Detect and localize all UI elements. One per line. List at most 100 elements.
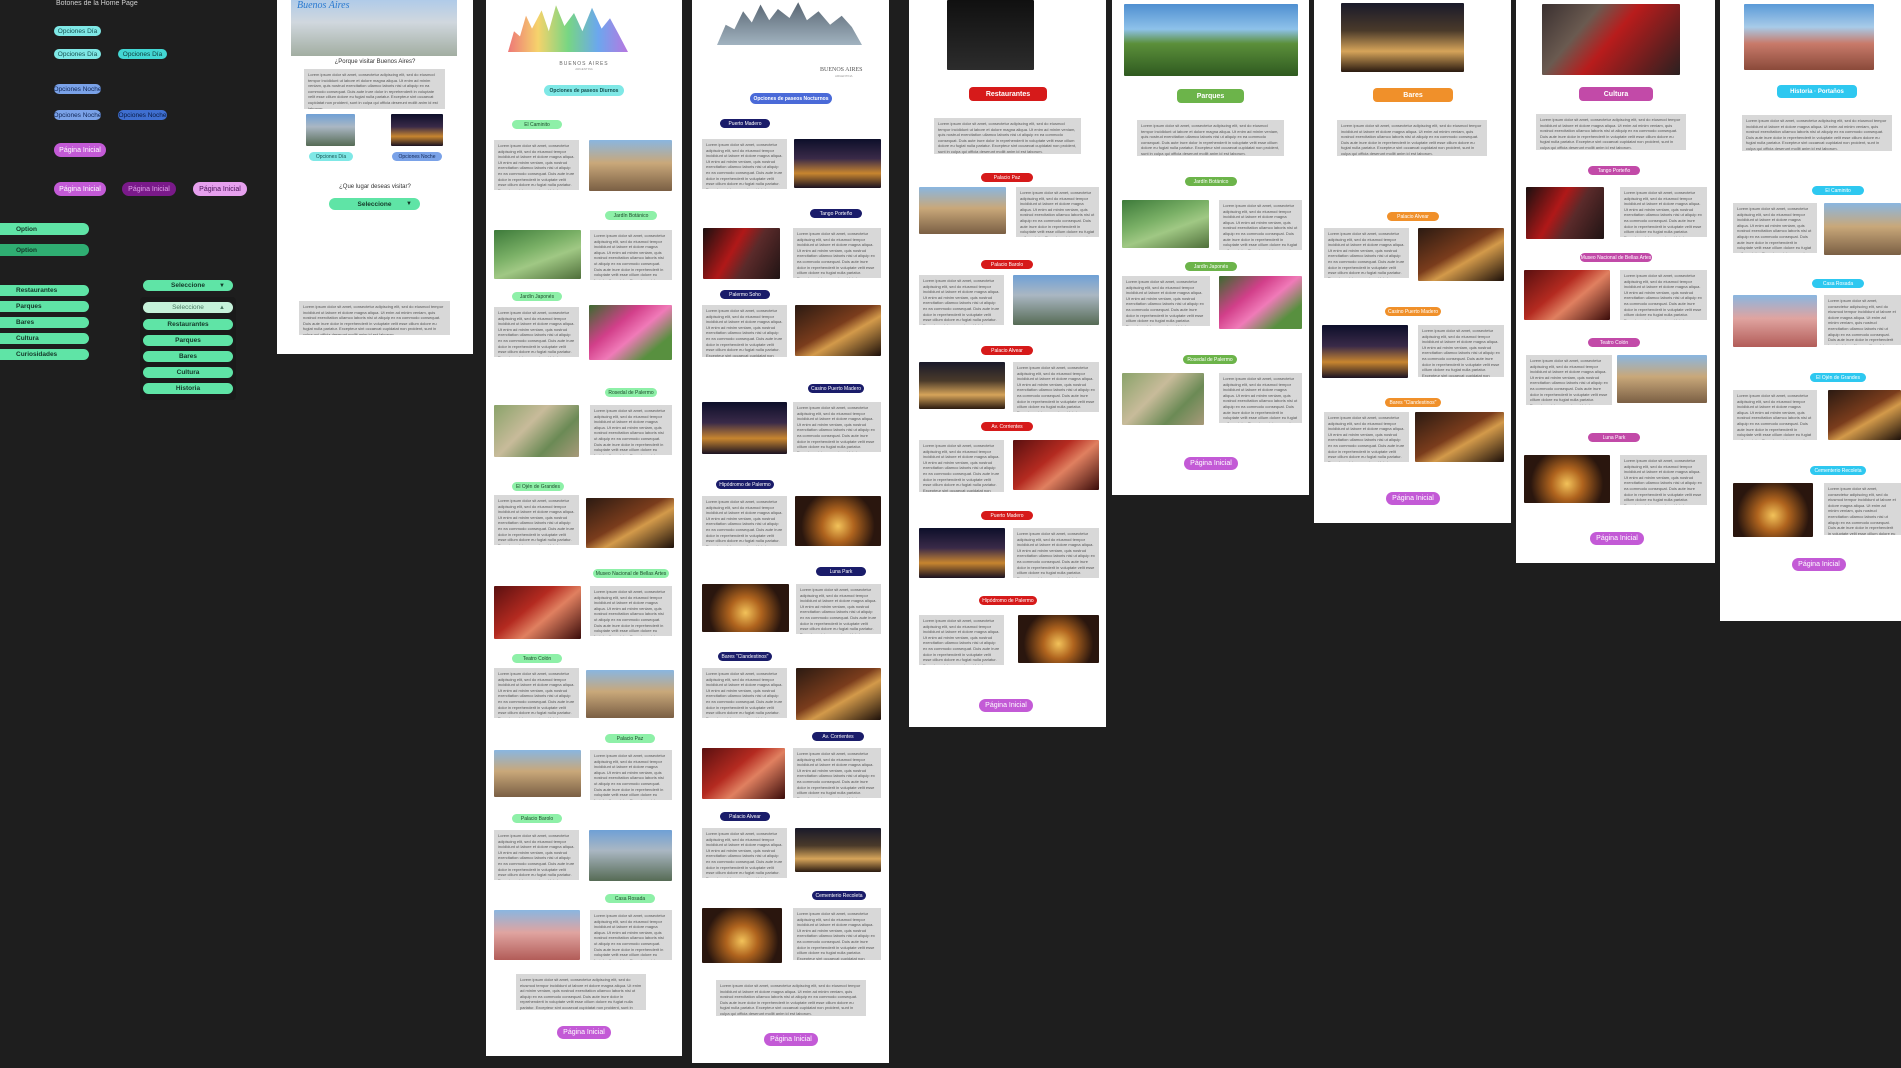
historia-header: Historia · Portaños [1777, 85, 1857, 98]
menu-item-bares[interactable]: Bares [0, 317, 89, 328]
tag-teatro-colon: Teatro Colón [512, 654, 562, 663]
tag-cementerio-recoleta: Cementerio Recoleta [812, 891, 866, 900]
text-block: Lorem ipsum dolor sit amet, consectetur … [793, 402, 881, 452]
seleccione-dropdown[interactable]: Seleccione ▼ [143, 280, 233, 291]
tag-av-corrientes: Av. Corrientes [812, 732, 864, 741]
home-select-dropdown[interactable]: Seleccione ▼ [329, 198, 420, 210]
photo-av-corrientes [1013, 440, 1099, 490]
home-footer-text: Lorem ipsum dolor sit amet, consectetur … [299, 301, 450, 335]
tag-puerto-madero: Puerto Madero [720, 119, 770, 128]
home-noche-button[interactable]: Opciones Noche [392, 152, 442, 161]
photo-luna-park [1524, 455, 1610, 503]
photo-palacio-barolo [589, 830, 672, 881]
tag-hipodromo-palermo: Hipódromo de Palermo [716, 480, 774, 489]
pagina-inicial-button[interactable]: Página Inicial [54, 182, 106, 196]
text-block: Lorem ipsum dolor sit amet, consectetur … [716, 980, 866, 1016]
pagina-inicial-button-pressed[interactable]: Página Inicial [122, 182, 176, 196]
text-block: Lorem ipsum dolor sit amet, consectetur … [793, 748, 881, 798]
home-button[interactable]: Página Inicial [764, 1033, 818, 1046]
noche-header: Opciones de paseos Nocturnos [750, 93, 832, 104]
pagina-inicial-button[interactable]: Página Inicial [54, 143, 106, 157]
hero-bar [1341, 3, 1464, 72]
text-block: Lorem ipsum dolor sit amet, consectetur … [590, 230, 672, 280]
tag-rosedal-palermo: Rosedal de Palermo [1183, 355, 1237, 364]
photo-palacio-alvear [795, 828, 881, 872]
home-button[interactable]: Página Inicial [1792, 558, 1846, 571]
home-intro-text: Lorem ipsum dolor sit amet, consectetur … [304, 69, 445, 109]
bares-header: Bares [1373, 88, 1453, 102]
dropdown-item-restaurantes[interactable]: Restaurantes [143, 319, 233, 330]
tag-ojen-grandes: El Ojén de Grandes [1810, 373, 1866, 382]
text-block: Lorem ipsum dolor sit amet, consectetur … [590, 750, 672, 800]
tag-bares-clandestinos: Bares "Clandestinos" [718, 652, 772, 661]
text-block: Lorem ipsum dolor sit amet, consectetur … [1324, 412, 1409, 462]
text-block: Lorem ipsum dolor sit amet, consectetur … [919, 615, 1004, 665]
dropdown-item-parques[interactable]: Parques [143, 335, 233, 346]
home-dia-button[interactable]: Opciones Día [309, 152, 353, 161]
home-button[interactable]: Página Inicial [1386, 492, 1440, 505]
menu-item-restaurantes[interactable]: Restaurantes [0, 285, 89, 296]
tag-tango-porteno: Tango Porteño [1588, 166, 1640, 175]
home-logo: Buenos Aires [297, 0, 350, 11]
photo-casa-rosada [1733, 295, 1817, 347]
home-button[interactable]: Página Inicial [1590, 532, 1644, 545]
tag-rosedal-palermo: Rosedal de Palermo [605, 388, 657, 397]
components-title: Botones de la Home Page [56, 0, 138, 7]
parques-frame: Parques Lorem ipsum dolor sit amet, cons… [1112, 0, 1309, 495]
opciones-noche-button[interactable]: Opciones Noche [54, 84, 101, 94]
home-button[interactable]: Página Inicial [557, 1026, 611, 1039]
text-block: Lorem ipsum dolor sit amet, consectetur … [590, 586, 672, 636]
dropdown-item-cultura[interactable]: Cultura [143, 367, 233, 378]
text-block: Lorem ipsum dolor sit amet, consectetur … [1137, 120, 1284, 156]
dropdown-item-bares[interactable]: Bares [143, 351, 233, 362]
photo-rosedal [494, 405, 579, 457]
text-block: Lorem ipsum dolor sit amet, consectetur … [1219, 200, 1302, 250]
opciones-dia-button[interactable]: Opciones Día [54, 26, 101, 36]
tag-bares-clandestinos: Bares "Clandestinos" [1385, 398, 1441, 407]
text-block: Lorem ipsum dolor sit amet, consectetur … [919, 440, 1004, 492]
historia-frame: Historia · Portaños Lorem ipsum dolor si… [1720, 0, 1901, 621]
noche-logo-sub: ARGENTINA [835, 74, 853, 78]
text-block: Lorem ipsum dolor sit amet, consectetur … [1526, 355, 1612, 405]
hero-dance [1542, 4, 1680, 75]
menu-item-parques[interactable]: Parques [0, 301, 89, 312]
tag-puerto-madero: Puerto Madero [981, 511, 1033, 520]
seleccione-dropdown-open[interactable]: Seleccione ▲ [143, 302, 233, 313]
tag-palacio-alvear: Palacio Alvear [981, 346, 1033, 355]
opciones-noche-button-hover[interactable]: Opciones Noche [118, 110, 167, 120]
home-button[interactable]: Página Inicial [1184, 457, 1238, 470]
menu-item-cultura[interactable]: Cultura [0, 333, 89, 344]
text-block: Lorem ipsum dolor sit amet, consectetur … [702, 496, 787, 546]
photo-teatro-colon [586, 670, 674, 718]
tag-palacio-alvear: Palacio Alvear [720, 812, 770, 821]
tag-hipodromo-palermo: Hipódromo de Palermo [979, 596, 1037, 605]
text-block: Lorem ipsum dolor sit amet, consectetur … [702, 668, 787, 718]
option-row-selected[interactable]: Option [0, 244, 89, 256]
photo-museo [1524, 270, 1610, 320]
pagina-inicial-button-light[interactable]: Página Inicial [193, 182, 247, 196]
menu-item-curiosidades[interactable]: Curiosidades [0, 349, 89, 360]
tag-palacio-barolo: Palacio Barolo [981, 260, 1033, 269]
opciones-dia-button-hover[interactable]: Opciones Día [118, 49, 167, 59]
photo-puerto-madero [919, 528, 1005, 578]
dropdown-item-historia[interactable]: Historia [143, 383, 233, 394]
photo-palacio-paz [919, 187, 1006, 234]
tag-teatro-colon: Teatro Colón [1588, 338, 1640, 347]
home-button[interactable]: Página Inicial [979, 699, 1033, 712]
tag-casa-rosada: Casa Rosada [605, 894, 655, 903]
photo-rosedal [1122, 373, 1204, 425]
opciones-dia-button[interactable]: Opciones Día [54, 49, 101, 59]
photo-hipodromo [1018, 615, 1099, 663]
tag-palacio-barolo: Palacio Barolo [512, 814, 562, 823]
text-block: Lorem ipsum dolor sit amet, consectetur … [793, 228, 881, 278]
photo-el-caminito [1824, 203, 1901, 255]
tag-av-corrientes: Av. Corrientes [981, 422, 1033, 431]
text-block: Lorem ipsum dolor sit amet, consectetur … [1733, 203, 1817, 253]
opciones-noche-button[interactable]: Opciones Noche [54, 110, 101, 120]
hero-casa-rosada [1744, 4, 1874, 70]
option-row[interactable]: Option [0, 223, 89, 235]
hero-park [1124, 4, 1298, 76]
text-block: Lorem ipsum dolor sit amet, consectetur … [1122, 276, 1210, 326]
chevron-up-icon: ▲ [219, 304, 225, 311]
text-block: Lorem ipsum dolor sit amet, consectetur … [494, 668, 579, 718]
